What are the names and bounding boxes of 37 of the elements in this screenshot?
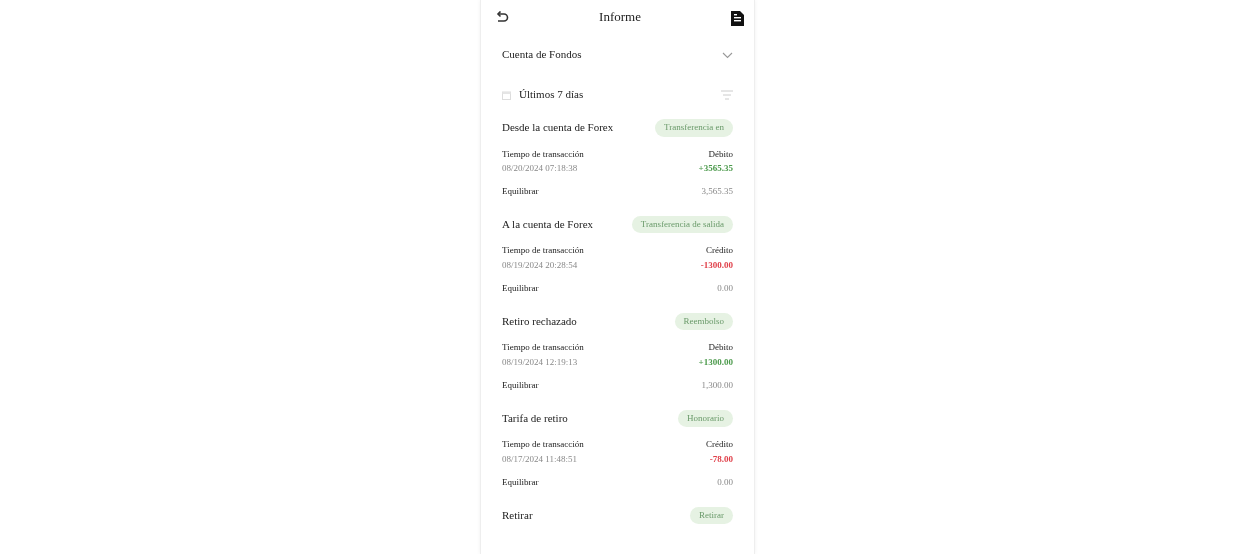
transaction-tag: Honorario <box>678 409 733 428</box>
transaction-title: A la cuenta de Forex <box>502 218 594 232</box>
type-label: Débito <box>708 148 733 160</box>
balance-value: 0.00 <box>717 476 733 488</box>
page-title: Informe <box>599 8 641 27</box>
time-label: Tiempo de transacción <box>502 342 584 354</box>
balance-value: 1,300.00 <box>701 379 733 391</box>
balance-label: Equilibrar <box>502 476 539 488</box>
type-label: Crédito <box>706 245 733 257</box>
transaction-time: 08/20/2024 07:18:38 <box>502 163 578 175</box>
time-label: Tiempo de transacción <box>502 439 584 450</box>
balance-label: Equilibrar <box>502 283 539 294</box>
amount: +3565.35 <box>698 163 733 175</box>
amount: +1300.00 <box>698 357 733 368</box>
transaction-time: 08/19/2024 20:28:54 <box>502 260 578 271</box>
balance-label: Equilibrar <box>502 186 539 197</box>
type-label: Débito <box>708 342 733 354</box>
time-label: Tiempo de transacción <box>502 245 584 257</box>
transaction-title: Tarifa de retiro <box>502 411 568 425</box>
date-range-label[interactable]: Últimos 7 días <box>519 85 584 103</box>
transaction-tag: Transferencia en <box>655 119 733 137</box>
time-label: Tiempo de transacción <box>502 148 584 160</box>
transaction-time: 08/19/2024 12:19:13 <box>502 357 578 368</box>
balance-value: 3,565.35 <box>701 186 733 197</box>
transaction-title: Retirar <box>502 508 533 522</box>
amount: -78.00 <box>709 453 733 465</box>
transaction-tag: Reembolso <box>674 312 733 331</box>
balance-label: Equilibrar <box>502 379 539 391</box>
transaction-tag: Transferencia de salida <box>631 215 733 234</box>
amount: -1300.00 <box>700 260 733 271</box>
type-label: Crédito <box>706 439 733 450</box>
balance-value: 0.00 <box>717 283 733 294</box>
transaction-time: 08/17/2024 11:48:51 <box>502 453 577 465</box>
account-dropdown-label[interactable]: Cuenta de Fondos <box>502 45 582 63</box>
transaction-title: Retiro rechazado <box>502 314 577 329</box>
transaction-tag: Retirar <box>690 506 733 525</box>
transaction-title: Desde la cuenta de Forex <box>502 121 614 135</box>
